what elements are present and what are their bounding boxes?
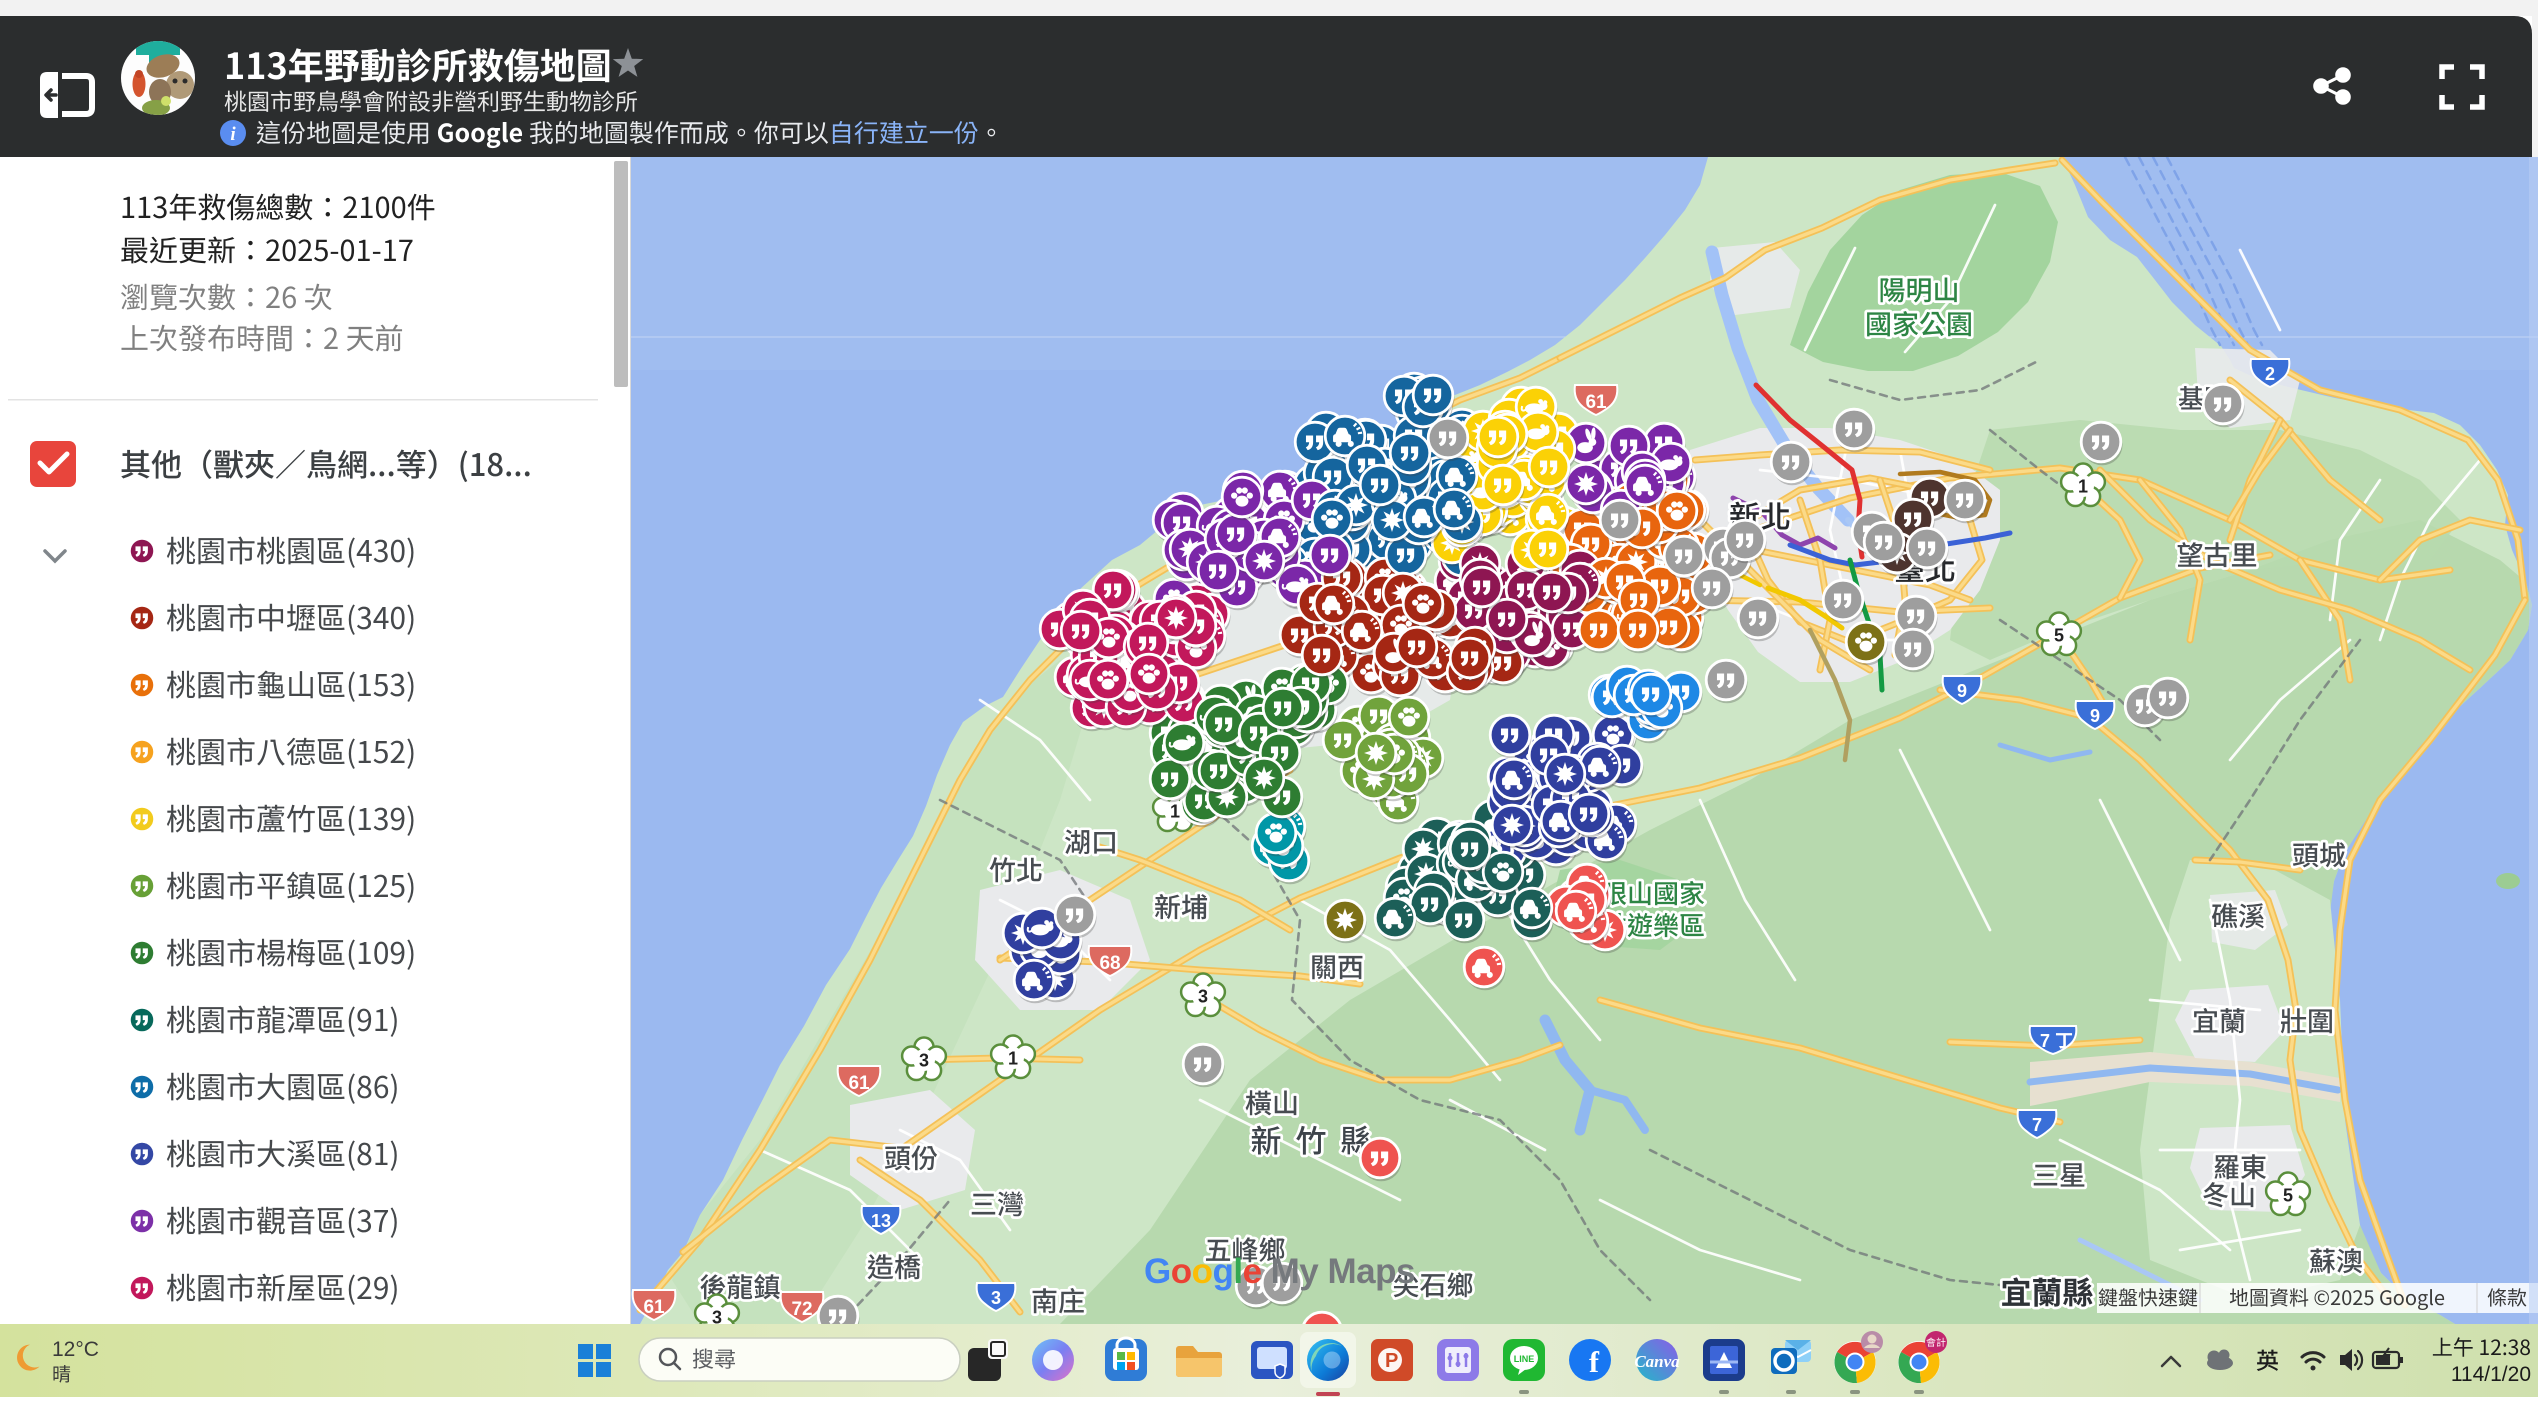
svg-text:68: 68 (1099, 953, 1120, 974)
svg-text:1: 1 (1170, 802, 1180, 822)
svg-text:9: 9 (1957, 681, 1967, 701)
svg-text:5: 5 (2054, 626, 2064, 646)
svg-text:61: 61 (848, 1073, 870, 1094)
svg-text:3: 3 (919, 1051, 929, 1071)
svg-text:LINE: LINE (1514, 1354, 1535, 1364)
svg-text:3: 3 (991, 1288, 1001, 1308)
svg-text:5: 5 (2283, 1186, 2293, 1206)
svg-text:f: f (1589, 1346, 1600, 1379)
svg-text:114/1/20: 114/1/20 (2451, 1363, 2531, 1386)
svg-text:P: P (1385, 1350, 1398, 1372)
svg-text:13: 13 (871, 1211, 891, 1231)
svg-text:Canva: Canva (1634, 1352, 1680, 1371)
svg-text:9: 9 (2090, 706, 2100, 726)
svg-text:72: 72 (791, 1299, 812, 1320)
svg-text:2: 2 (2265, 364, 2275, 384)
svg-text:7: 7 (2040, 1031, 2050, 1051)
svg-text:61: 61 (643, 1297, 665, 1318)
svg-text:GoogleMy Maps: GoogleMy Maps (1144, 1252, 1415, 1291)
svg-text:7: 7 (2032, 1115, 2042, 1135)
svg-text:3: 3 (1198, 987, 1208, 1007)
svg-text:61: 61 (1585, 392, 1607, 413)
svg-text:1: 1 (2078, 477, 2088, 497)
svg-text:1: 1 (1008, 1049, 1018, 1069)
svg-text:i: i (230, 124, 236, 145)
svg-text:12°C: 12°C (52, 1338, 99, 1361)
